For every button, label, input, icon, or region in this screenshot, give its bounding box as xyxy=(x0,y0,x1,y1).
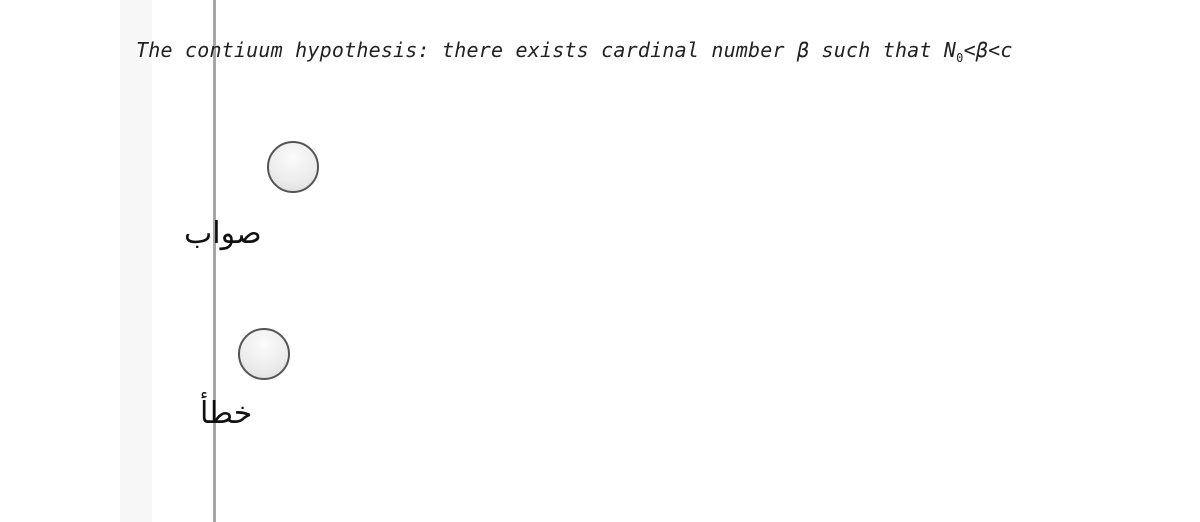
question-suffix: <β<c xyxy=(963,38,1013,62)
option-label-true[interactable]: صواب xyxy=(184,216,262,251)
radio-false[interactable] xyxy=(238,328,290,380)
radio-true[interactable] xyxy=(267,141,319,193)
vertical-divider xyxy=(213,0,216,522)
question-main: The contiuum hypothesis: there exists ca… xyxy=(136,38,957,62)
option-label-false[interactable]: خطأ xyxy=(200,396,252,431)
question-subscript: 0 xyxy=(956,51,964,65)
question-text: The contiuum hypothesis: there exists ca… xyxy=(136,38,1013,65)
left-margin-strip xyxy=(120,0,152,522)
